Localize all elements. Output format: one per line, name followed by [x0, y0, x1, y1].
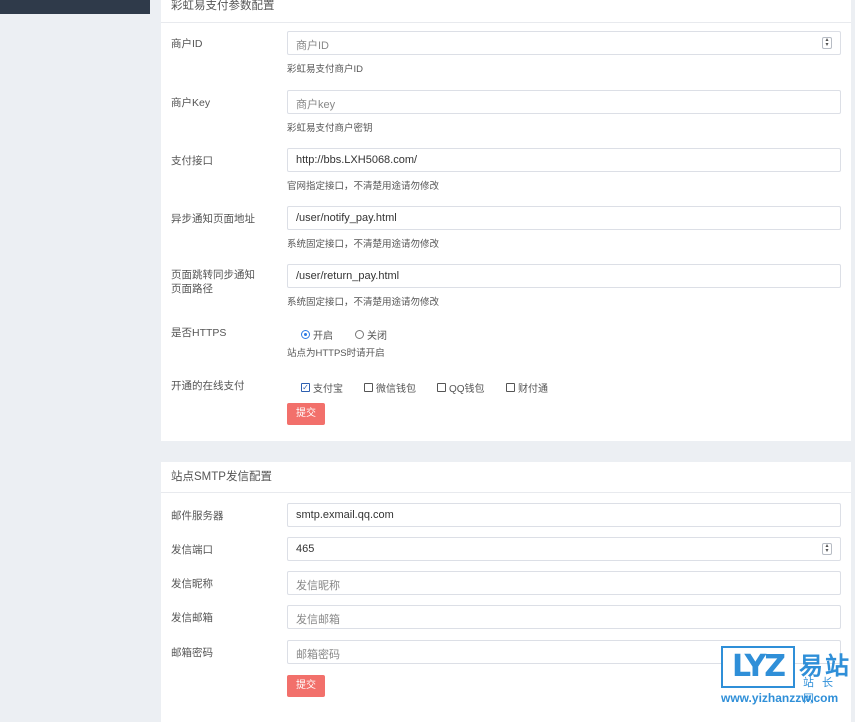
- smtp-submit-button[interactable]: 提交: [287, 675, 325, 697]
- notify-url-input[interactable]: /user/notify_pay.html: [287, 206, 841, 230]
- https-label: 是否HTTPS: [171, 327, 227, 339]
- smtp-server-label: 邮件服务器: [171, 510, 224, 522]
- notify-url-hint: 系统固定接口，不清楚用途请勿修改: [287, 239, 440, 250]
- merchant-key-label: 商户Key: [171, 97, 211, 109]
- https-on-radio[interactable]: 开启: [301, 327, 333, 342]
- radio-empty-icon: [355, 330, 364, 339]
- merchant-key-placeholder: 商户key: [296, 99, 336, 111]
- return-url-hint: 系统固定接口，不清楚用途请勿修改: [287, 297, 440, 308]
- checkbox-wechat[interactable]: 微信钱包: [364, 380, 416, 395]
- number-spinner-icon[interactable]: ▴ ▾: [822, 543, 832, 555]
- merchant-id-hint: 彩虹易支付商户ID: [287, 64, 364, 75]
- smtp-server-value: smtp.exmail.qq.com: [296, 509, 394, 521]
- merchant-key-hint: 彩虹易支付商户密钥: [287, 123, 373, 134]
- smtp-email-placeholder: 发信邮箱: [296, 614, 340, 626]
- number-spinner-icon[interactable]: ▴ ▾: [822, 37, 832, 49]
- qqpay-label: QQ钱包: [449, 384, 485, 395]
- smtp-port-value: 465: [296, 543, 315, 555]
- alipay-label: 支付宝: [313, 384, 343, 395]
- merchant-id-label: 商户ID: [171, 38, 203, 50]
- https-off-radio[interactable]: 关闭: [355, 327, 387, 342]
- smtp-password-placeholder: 邮箱密码: [296, 649, 340, 661]
- wechat-label: 微信钱包: [376, 384, 416, 395]
- https-off-label: 关闭: [367, 331, 387, 342]
- pay-api-label: 支付接口: [171, 155, 213, 167]
- notify-url-value: /user/notify_pay.html: [296, 212, 397, 224]
- radio-selected-icon: [301, 330, 310, 339]
- unchecked-icon: [364, 383, 373, 392]
- return-url-input[interactable]: /user/return_pay.html: [287, 264, 841, 288]
- pay-submit-button[interactable]: 提交: [287, 403, 325, 425]
- smtp-nickname-placeholder: 发信昵称: [296, 580, 340, 592]
- unchecked-icon: [506, 383, 515, 392]
- smtp-email-input[interactable]: 发信邮箱: [287, 605, 841, 629]
- checkbox-tenpay[interactable]: 财付通: [506, 380, 548, 395]
- smtp-port-label: 发信端口: [171, 544, 213, 556]
- panel-title: 彩虹易支付参数配置: [161, 0, 851, 23]
- return-url-value: /user/return_pay.html: [296, 270, 400, 282]
- panel-title: 站点SMTP发信配置: [161, 462, 851, 493]
- smtp-email-label: 发信邮箱: [171, 612, 213, 624]
- pay-config-panel: 彩虹易支付参数配置 商户ID 商户ID ▴ ▾ 彩虹易支付商户ID 商户Key 商…: [161, 0, 851, 441]
- pay-api-input[interactable]: http://bbs.LXH5068.com/: [287, 148, 841, 172]
- smtp-port-input[interactable]: 465 ▴ ▾: [287, 537, 841, 561]
- checkbox-alipay[interactable]: ✓ 支付宝: [301, 380, 343, 395]
- sidebar-strip: [0, 14, 6, 710]
- merchant-id-input[interactable]: 商户ID ▴ ▾: [287, 31, 841, 55]
- watermark-logo: LYZ 易站 站长网 www.yizhanzzw.com: [721, 646, 855, 710]
- checkbox-qqpay[interactable]: QQ钱包: [437, 380, 485, 395]
- notify-url-label: 异步通知页面地址: [171, 213, 255, 225]
- pay-api-value: http://bbs.LXH5068.com/: [296, 154, 418, 166]
- https-hint: 站点为HTTPS时请开启: [287, 348, 385, 359]
- logo-letters: LYZ: [721, 646, 795, 688]
- online-pay-label: 开通的在线支付: [171, 380, 245, 392]
- https-on-label: 开启: [313, 331, 333, 342]
- return-url-label: 页面跳转同步通知页面路径: [171, 269, 255, 295]
- checked-icon: ✓: [301, 383, 310, 392]
- pay-api-hint: 官网指定接口，不清楚用途请勿修改: [287, 181, 440, 192]
- merchant-key-input[interactable]: 商户key: [287, 90, 841, 114]
- smtp-server-input[interactable]: smtp.exmail.qq.com: [287, 503, 841, 527]
- top-nav-bar: [0, 0, 150, 14]
- smtp-password-label: 邮箱密码: [171, 647, 213, 659]
- unchecked-icon: [437, 383, 446, 392]
- smtp-nickname-input[interactable]: 发信昵称: [287, 571, 841, 595]
- logo-url: www.yizhanzzw.com: [721, 691, 839, 705]
- smtp-nickname-label: 发信昵称: [171, 578, 213, 590]
- tenpay-label: 财付通: [518, 384, 548, 395]
- merchant-id-placeholder: 商户ID: [296, 40, 329, 52]
